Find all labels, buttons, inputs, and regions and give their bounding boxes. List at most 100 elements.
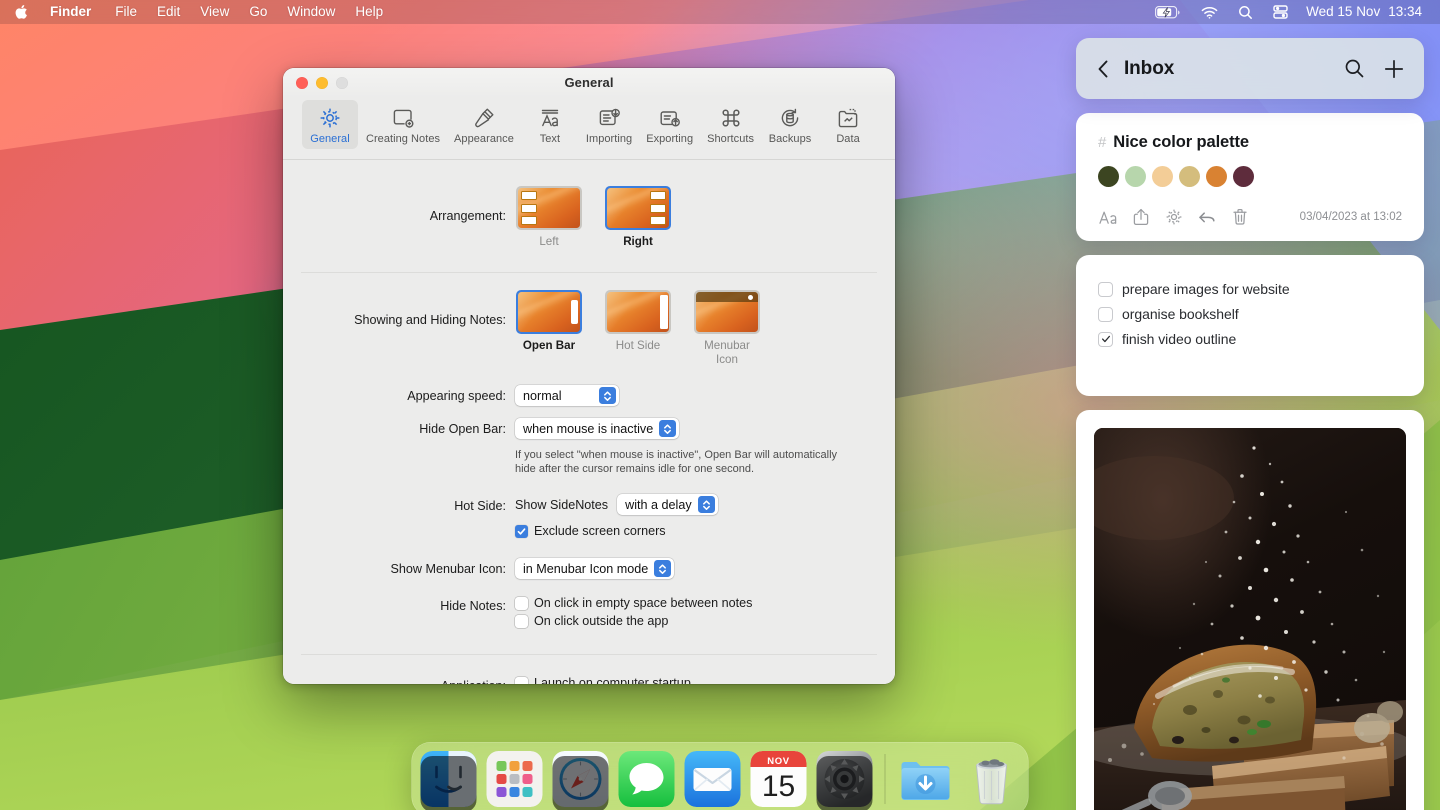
- color-swatch-list: [1098, 166, 1402, 187]
- color-swatch[interactable]: [1152, 166, 1173, 187]
- control-center-icon[interactable]: [1263, 0, 1298, 24]
- toolbar-tab-label: Appearance: [454, 133, 514, 145]
- toolbar-tab-label: Text: [539, 133, 561, 145]
- show-menubar-icon-select[interactable]: in Menubar Icon mode: [515, 558, 675, 579]
- desktop: Finder File Edit View Go Window Help Wed…: [0, 0, 1440, 810]
- gear-icon[interactable]: [1164, 207, 1184, 227]
- checkbox-box: [515, 524, 528, 538]
- checklist-checkbox[interactable]: [1098, 331, 1113, 347]
- arrangement-label: Arrangement:: [429, 209, 506, 223]
- search-icon[interactable]: [1342, 57, 1366, 81]
- chevron-left-icon[interactable]: [1092, 58, 1114, 80]
- menubar-item-file[interactable]: File: [105, 0, 147, 24]
- toolbar-tab-exporting[interactable]: Exporting: [640, 100, 699, 149]
- note-title: Nice color palette: [1113, 133, 1249, 151]
- note-photo: [1094, 428, 1406, 810]
- hot-side-select[interactable]: with a delay: [617, 494, 718, 515]
- wifi-icon[interactable]: [1191, 0, 1228, 24]
- text-format-icon[interactable]: [1098, 207, 1118, 227]
- launch-on-startup-checkbox[interactable]: Launch on computer startup: [515, 676, 895, 684]
- color-swatch[interactable]: [1098, 166, 1119, 187]
- checklist-text: finish video outline: [1122, 331, 1237, 347]
- setting-row-hide-notes: Hide Notes: On click in empty space betw…: [283, 579, 895, 632]
- showing-thumb-open-bar: [516, 290, 582, 334]
- menubar-item-go[interactable]: Go: [239, 0, 277, 24]
- showing-option-open-bar[interactable]: Open Bar: [515, 290, 583, 367]
- chevron-updown-icon: [654, 560, 672, 577]
- dock-item-safari[interactable]: [552, 751, 609, 810]
- battery-charging-icon[interactable]: [1145, 0, 1191, 24]
- dock-item-trash[interactable]: [964, 751, 1020, 807]
- chevron-updown-icon: [697, 496, 715, 513]
- appearing-speed-select[interactable]: normal: [515, 385, 619, 406]
- menubar-item-finder[interactable]: Finder: [40, 0, 105, 24]
- toolbar-tab-data[interactable]: Data: [820, 100, 876, 149]
- note-card-photo[interactable]: [1076, 410, 1424, 810]
- toolbar-tab-shortcuts[interactable]: Shortcuts: [701, 100, 760, 149]
- arrangement-option-right[interactable]: Right: [604, 186, 672, 249]
- showing-hiding-label: Showing and Hiding Notes:: [354, 313, 506, 327]
- checklist-item[interactable]: finish video outline: [1098, 331, 1402, 347]
- dock-item-finder[interactable]: [420, 751, 477, 810]
- window-title: General: [564, 75, 614, 90]
- dock-item-messages[interactable]: [618, 751, 675, 807]
- undo-arrow-icon[interactable]: [1197, 207, 1217, 227]
- dock-item-launchpad[interactable]: [486, 751, 543, 807]
- toolbar-tab-appearance[interactable]: Appearance: [448, 100, 520, 149]
- menubar-item-edit[interactable]: Edit: [147, 0, 190, 24]
- toolbar-tab-label: Importing: [585, 133, 633, 145]
- exclude-screen-corners-checkbox[interactable]: Exclude screen corners: [515, 524, 895, 538]
- preferences-content: Arrangement: Left Right Showing and Hidi…: [283, 160, 895, 684]
- application-label: Application:: [283, 676, 515, 684]
- close-button[interactable]: [296, 77, 308, 89]
- search-icon[interactable]: [1228, 0, 1263, 24]
- hide-open-bar-select[interactable]: when mouse is inactive: [515, 418, 680, 439]
- note-card-palette[interactable]: # Nice color palette 03/04/2023 at 13:02: [1076, 113, 1424, 241]
- minimize-button[interactable]: [316, 77, 328, 89]
- zoom-button[interactable]: [336, 77, 348, 89]
- hide-open-bar-label: Hide Open Bar:: [419, 422, 506, 436]
- setting-row-hide-open-bar: Hide Open Bar: when mouse is inactive If…: [283, 406, 895, 476]
- color-swatch[interactable]: [1125, 166, 1146, 187]
- menubar-item-view[interactable]: View: [190, 0, 239, 24]
- toolbar-tab-text[interactable]: Text: [522, 100, 578, 149]
- dock-item-calendar[interactable]: NOV 15: [750, 751, 807, 807]
- toolbar-tab-creating-notes[interactable]: Creating Notes: [360, 100, 446, 149]
- arrangement-option-left[interactable]: Left: [515, 186, 583, 249]
- menubar-status-area: Wed 15 Nov 13:34: [1145, 0, 1428, 24]
- dock-item-mail[interactable]: [684, 751, 741, 807]
- share-icon[interactable]: [1131, 207, 1151, 227]
- running-indicator: [420, 756, 477, 810]
- toolbar-tab-backups[interactable]: Backups: [762, 100, 818, 149]
- checklist-item[interactable]: prepare images for website: [1098, 281, 1402, 297]
- checkbox-label: Launch on computer startup: [534, 676, 691, 684]
- setting-row-show-menubar-icon: Show Menubar Icon: in Menubar Icon mode: [283, 542, 895, 579]
- trash-icon[interactable]: [1230, 207, 1250, 227]
- arrangement-option-label: Right: [623, 235, 653, 248]
- sidenotes-title: Inbox: [1124, 57, 1175, 79]
- color-swatch[interactable]: [1233, 166, 1254, 187]
- color-swatch[interactable]: [1206, 166, 1227, 187]
- sidenotes-panel: Inbox # Nice color palette 03/04/2023 at…: [1076, 38, 1424, 810]
- color-swatch[interactable]: [1179, 166, 1200, 187]
- toolbar-tab-general[interactable]: General: [301, 100, 358, 149]
- menubar-item-help[interactable]: Help: [345, 0, 393, 24]
- dock-item-system-settings[interactable]: [816, 751, 873, 810]
- checklist-item[interactable]: organise bookshelf: [1098, 306, 1402, 322]
- setting-row-appearing-speed: Appearing speed: normal: [283, 367, 895, 406]
- hide-notes-checkbox-empty-space[interactable]: On click in empty space between notes: [515, 596, 895, 610]
- apple-logo-icon[interactable]: [0, 0, 40, 24]
- note-card-checklist[interactable]: prepare images for website organise book…: [1076, 255, 1424, 396]
- showing-option-menubar-icon[interactable]: Menubar Icon: [693, 290, 761, 367]
- menubar-item-window[interactable]: Window: [277, 0, 345, 24]
- dock-item-downloads-folder[interactable]: [898, 751, 954, 807]
- toolbar-tab-importing[interactable]: Importing: [580, 100, 638, 149]
- arrangement-option-label: Left: [539, 235, 559, 248]
- checklist-checkbox[interactable]: [1098, 281, 1113, 297]
- menubar-clock[interactable]: Wed 15 Nov 13:34: [1298, 0, 1428, 24]
- hide-open-bar-help-text: If you select "when mouse is inactive", …: [515, 449, 838, 475]
- plus-icon[interactable]: [1382, 57, 1406, 81]
- hide-notes-checkbox-outside-app[interactable]: On click outside the app: [515, 614, 895, 628]
- checklist-checkbox[interactable]: [1098, 306, 1113, 322]
- showing-option-hot-side[interactable]: Hot Side: [604, 290, 672, 367]
